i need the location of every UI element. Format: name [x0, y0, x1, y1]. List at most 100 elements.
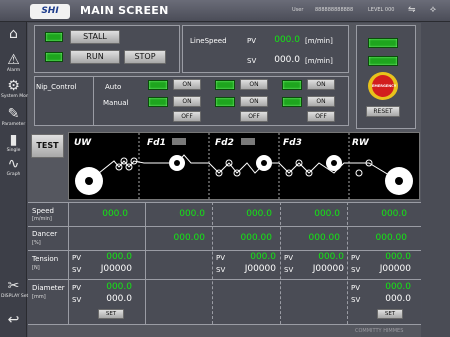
diameter-pv-value: 000.0 [106, 282, 132, 292]
nip-manual-on-button[interactable]: ON [173, 96, 201, 107]
web-path-diagram: UW Fd1 Fd2 Fd3 RW [74, 133, 413, 201]
tension-pv-label: PV [351, 254, 361, 262]
table-row-divider [28, 202, 421, 203]
tension-sv-value[interactable]: J00000 [84, 264, 132, 274]
tension-pv-value: 000.0 [318, 252, 344, 262]
diameter-pv-label: PV [72, 284, 82, 292]
diameter-sv-label: SV [351, 296, 361, 304]
run-button[interactable]: RUN [70, 50, 120, 64]
line-speed-panel [182, 25, 349, 73]
emergency-stop-button[interactable]: EMERGENCY STOP [372, 75, 396, 110]
parameter-icon: ✎ [7, 106, 20, 122]
nip-manual-off-button[interactable]: OFF [173, 111, 201, 122]
status-lamp-1 [368, 38, 398, 48]
table-row-divider [28, 324, 421, 325]
status-lamp-2 [368, 56, 398, 66]
graph-icon: ∿ [7, 156, 20, 172]
nip-manual-on-button[interactable]: ON [240, 96, 268, 107]
stop-button[interactable]: STOP [124, 50, 166, 64]
speed-value: 000.0 [314, 209, 340, 219]
fd1-indicator [172, 138, 186, 145]
sidebar-item-display-setting[interactable]: ✂ DISPLAY Setting [1, 278, 37, 299]
sidebar-item-label: System Monitor [1, 94, 37, 99]
reset-button[interactable]: RESET [366, 106, 400, 117]
sidebar-item-back[interactable]: ↩ [1, 312, 26, 328]
nip-manual-off-button[interactable]: OFF [240, 111, 268, 122]
tension-sv-value[interactable]: J00000 [296, 264, 344, 274]
dancer-value: 000.00 [240, 233, 273, 243]
section-label-fd3: Fd3 [283, 138, 302, 148]
stall-lamp [45, 32, 63, 42]
table-column-divider [68, 202, 69, 324]
diameter-sv-value[interactable]: 000.0 [363, 294, 411, 304]
stall-button[interactable]: STALL [70, 30, 120, 44]
diameter-pv-label: PV [351, 284, 361, 292]
tension-sv-label: SV [284, 266, 294, 274]
table-column-divider [145, 202, 146, 324]
page-title: MAIN SCREEN [80, 4, 169, 17]
header-bar: SHI MAIN SCREEN User 888888888888 LEVEL … [0, 0, 450, 22]
section-label-fd1: Fd1 [147, 138, 166, 148]
sidebar-item-label: Single [6, 148, 21, 153]
tension-pv-label: PV [72, 254, 82, 262]
diameter-sv-label: SV [72, 296, 82, 304]
diameter-set-button[interactable]: SET [377, 309, 403, 319]
right-strip [422, 23, 450, 337]
watermark: COMMITTY HIMMES [355, 328, 404, 334]
sidebar-item-graph[interactable]: ∿ Graph [1, 156, 26, 177]
table-column-divider [280, 202, 281, 324]
diameter-sv-value[interactable]: 000.0 [84, 294, 132, 304]
sidebar-item-system-monitor[interactable]: ⚙ System Monitor [1, 78, 37, 99]
tension-pv-value: 000.0 [385, 252, 411, 262]
single-icon: ▮ [9, 132, 18, 148]
section-label-rw: RW [352, 138, 370, 148]
company-logo: SHI [30, 4, 70, 19]
sidebar-item-parameter[interactable]: ✎ Parameter [1, 106, 26, 127]
nip-auto-on-button[interactable]: ON [173, 79, 201, 90]
nip-auto-on-button[interactable]: ON [240, 79, 268, 90]
sidebar-item-label: Parameter [1, 122, 26, 127]
dancer-value: 000.00 [375, 233, 408, 243]
diameter-set-button[interactable]: SET [98, 309, 124, 319]
nip-auto-lamp [148, 80, 168, 90]
section-label-fd2: Fd2 [215, 138, 234, 148]
section-label-uw: UW [74, 138, 92, 148]
sidebar-item-alarm[interactable]: ⚠ Alarm [1, 52, 26, 73]
tension-pv-label: PV [284, 254, 294, 262]
nip-manual-label: Manual [103, 99, 129, 107]
tension-pv-value: 000.0 [106, 252, 132, 262]
usb-icon: ⇋ [408, 5, 416, 15]
speed-value: 000.0 [381, 209, 407, 219]
nip-divider [93, 76, 94, 126]
system-monitor-icon: ⚙ [7, 78, 20, 94]
home-icon: ⌂ [9, 26, 18, 42]
table-row-divider [28, 279, 421, 280]
tension-label: Tension [32, 255, 59, 263]
table-row-divider [28, 226, 421, 227]
speed-value: 000.0 [246, 209, 272, 219]
sidebar-item-label: DISPLAY Setting [1, 294, 37, 299]
sidebar-item-home[interactable]: ⌂ [1, 26, 26, 42]
line-speed-label: LineSpeed [190, 37, 227, 45]
alarm-icon: ⚠ [7, 52, 20, 68]
line-speed-sv-unit: [m/min] [305, 57, 333, 65]
test-button[interactable]: TEST [31, 134, 64, 158]
signal-icon: ⟡ [430, 5, 436, 15]
process-diagram: UW Fd1 Fd2 Fd3 RW [68, 132, 420, 201]
nip-auto-on-button[interactable]: ON [307, 79, 335, 90]
nip-manual-lamp [215, 97, 235, 107]
table-row-divider [28, 250, 421, 251]
tension-sv-value[interactable]: J00000 [363, 264, 411, 274]
fd2-indicator [241, 138, 255, 145]
tension-sv-value[interactable]: J00000 [228, 264, 276, 274]
speed-label: Speed [32, 207, 54, 215]
line-speed-pv-value: 000.0 [274, 35, 300, 45]
diameter-unit: [mm] [32, 294, 46, 300]
diameter-label: Diameter [32, 284, 65, 292]
nip-auto-lamp [215, 80, 235, 90]
nip-auto-label: Auto [105, 83, 122, 91]
sidebar-item-single[interactable]: ▮ Single [1, 132, 26, 153]
line-speed-sv-value[interactable]: 000.0 [262, 55, 300, 65]
nip-manual-on-button[interactable]: ON [307, 96, 335, 107]
nip-manual-off-button[interactable]: OFF [307, 111, 335, 122]
